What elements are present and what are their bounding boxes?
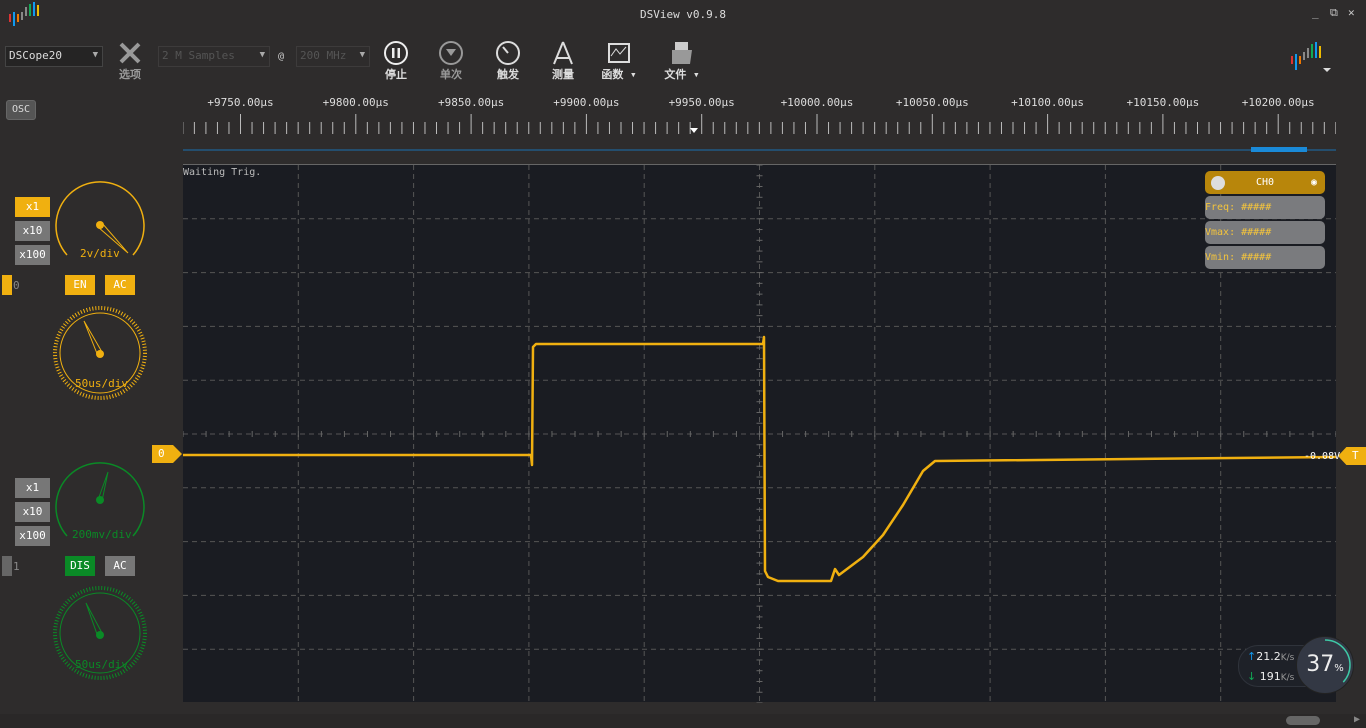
wrench-icon	[105, 40, 155, 66]
ch1-probe-x100[interactable]: x100	[15, 526, 50, 546]
gauge-icon	[483, 40, 533, 66]
math-label: 函数 ▾	[601, 68, 637, 81]
viewport-indicator	[1251, 147, 1307, 152]
ch1-vdiv-label: 200mv/div	[72, 528, 132, 541]
ch1-index: 1	[13, 560, 20, 573]
device-value: DSCope20	[9, 49, 62, 62]
settings-gear-icon[interactable]	[1211, 176, 1225, 190]
arrow-down-icon: ↓	[1247, 670, 1257, 683]
folder-icon	[657, 40, 707, 66]
waveform-view[interactable]: Waiting Trig.	[183, 164, 1336, 703]
ch0-coupling-button[interactable]: AC	[105, 275, 135, 295]
measure-panel-header[interactable]: CH0 ◉	[1205, 171, 1325, 194]
ch0-color-indicator	[2, 275, 12, 295]
trigger-level-value: -0.08V	[1304, 451, 1341, 462]
file-button[interactable]: 文件 ▾	[657, 40, 707, 82]
ch0-probe-x1[interactable]: x1	[15, 197, 50, 217]
chevron-down-icon: ▼	[259, 50, 265, 60]
download-speed: ↓ 191K/s	[1247, 670, 1295, 683]
trigger-position-marker	[690, 128, 698, 133]
at-label: @	[278, 51, 285, 62]
measure-vmin: Vmin: #####	[1205, 246, 1325, 269]
single-icon	[426, 40, 476, 66]
trigger-button[interactable]: 触发	[483, 40, 533, 82]
single-button[interactable]: 单次	[426, 40, 476, 82]
trigger-label: 触发	[497, 68, 519, 81]
stop-button[interactable]: 停止	[371, 40, 421, 82]
ch1-probe-group: x1 x10 x100	[15, 478, 50, 546]
math-button[interactable]: 函数 ▾	[594, 40, 644, 82]
cpu-usage-gauge: 37%	[1296, 636, 1354, 694]
ch1-probe-x10[interactable]: x10	[15, 502, 50, 522]
ch0-probe-x100[interactable]: x100	[15, 245, 50, 265]
rate-value: 200 MHz	[300, 49, 347, 62]
trigger-status: Waiting Trig.	[183, 167, 262, 178]
samples-select[interactable]: 2 M Samples ▼	[158, 46, 270, 67]
measure-vmax: Vmax: #####	[1205, 221, 1325, 244]
ch1-hdiv-label: 50us/div	[75, 658, 128, 671]
ch0-hdiv-label: 50us/div	[75, 377, 128, 390]
time-ruler[interactable]: +9750.00μs +9800.00μs +9850.00μs +9900.00μs…	[183, 92, 1336, 152]
ch0-trace	[183, 335, 1336, 583]
ch1-enable-button[interactable]: DIS	[65, 556, 95, 576]
ch0-index: 0	[13, 279, 20, 292]
compass-icon	[538, 40, 588, 66]
ch0-vdiv-label: 2v/div	[80, 247, 120, 260]
measure-button[interactable]: 测量	[538, 40, 588, 82]
measure-channel: CH0	[1255, 177, 1275, 188]
ch0-probe-group: x1 x10 x100	[15, 197, 50, 265]
horizontal-scrollbar[interactable]: ▶	[0, 714, 1366, 728]
window-title: DSView v0.9.8	[639, 8, 727, 21]
restore-button[interactable]: ⧉	[1330, 6, 1338, 20]
samples-value: 2 M Samples	[162, 49, 235, 62]
close-button[interactable]: ✕	[1348, 6, 1355, 19]
file-label: 文件 ▾	[664, 68, 700, 81]
ch0-offset-marker[interactable]: 0	[152, 445, 182, 463]
chevron-down-icon: ▼	[359, 50, 365, 60]
arrow-up-icon: ↑	[1247, 650, 1257, 663]
measure-label: 测量	[552, 68, 574, 81]
ch1-coupling-button[interactable]: AC	[105, 556, 135, 576]
scrollbar-thumb[interactable]	[1286, 716, 1320, 725]
minimize-button[interactable]: _	[1312, 6, 1319, 19]
eye-icon[interactable]: ◉	[1311, 171, 1317, 194]
stop-label: 停止	[385, 68, 407, 81]
measure-freq: Freq: #####	[1205, 196, 1325, 219]
options-button[interactable]: 选项	[105, 40, 155, 82]
upload-speed: ↑21.2K/s	[1247, 650, 1295, 663]
ch1-probe-x1[interactable]: x1	[15, 478, 50, 498]
chevron-down-icon: ▼	[92, 50, 98, 60]
trigger-level-marker[interactable]: T	[1338, 447, 1366, 465]
ch0-probe-x10[interactable]: x10	[15, 221, 50, 241]
scroll-right-arrow[interactable]: ▶	[1354, 714, 1360, 725]
single-label: 单次	[440, 68, 462, 81]
pause-icon	[371, 40, 421, 66]
ch0-enable-button[interactable]: EN	[65, 275, 95, 295]
mode-button[interactable]: OSC	[6, 100, 36, 120]
ch1-color-indicator	[2, 556, 12, 576]
math-chart-icon	[594, 40, 644, 66]
options-label: 选项	[119, 68, 141, 81]
device-select[interactable]: DSCope20 ▼	[5, 46, 103, 67]
rate-select[interactable]: 200 MHz ▼	[296, 46, 370, 67]
brand-logo	[1288, 40, 1332, 79]
